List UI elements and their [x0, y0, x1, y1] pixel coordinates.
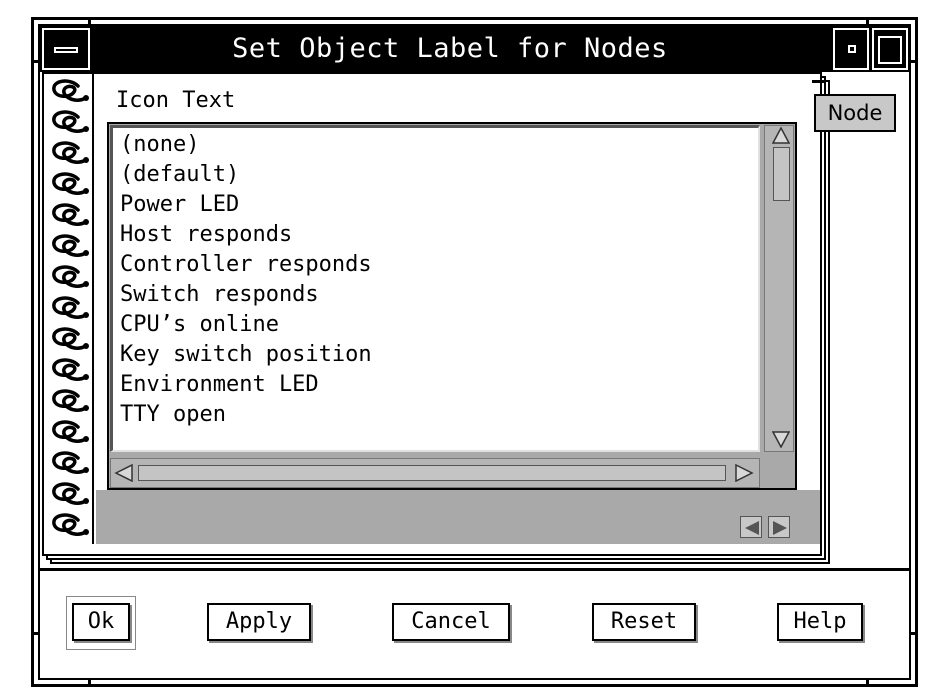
maximize-icon: [878, 36, 902, 64]
frame-corner-tick: [31, 632, 40, 635]
help-button[interactable]: Help: [777, 603, 863, 641]
frame-corner-tick: [866, 678, 869, 687]
list-item[interactable]: (default): [120, 160, 239, 190]
list-item[interactable]: Key switch position: [120, 340, 372, 370]
frame-corner-tick: [88, 678, 91, 687]
page-footer: [96, 490, 820, 544]
horizontal-scroll-thumb[interactable]: [138, 465, 726, 481]
spiral-binding-icon: [52, 327, 89, 350]
page-forward-button[interactable]: [768, 516, 790, 538]
list-item[interactable]: CPU’s online: [120, 310, 279, 340]
list-item[interactable]: (none): [120, 130, 199, 160]
spiral-binding-icon: [52, 234, 89, 257]
list-item[interactable]: TTY open: [120, 400, 226, 430]
window-menu-button[interactable]: [42, 28, 90, 70]
list-item[interactable]: Controller responds: [120, 250, 372, 280]
button-area-separator: [40, 568, 909, 571]
window-menu-icon: [54, 47, 78, 53]
page-back-button[interactable]: [740, 516, 762, 538]
frame-corner-tick: [866, 17, 869, 26]
tab-connector: [812, 80, 826, 83]
spiral-binding-icon: [52, 203, 89, 226]
maximize-button[interactable]: [872, 28, 908, 70]
notebook-spine: [44, 74, 94, 544]
reset-button[interactable]: Reset: [592, 603, 696, 641]
page-back-icon: [745, 521, 759, 535]
list-item[interactable]: Environment LED: [120, 370, 319, 400]
vertical-scroll-thumb[interactable]: [773, 147, 790, 201]
page-forward-icon: [773, 521, 787, 535]
ok-button[interactable]: Ok: [72, 603, 130, 641]
list-item[interactable]: Host responds: [120, 220, 292, 250]
minimize-icon: [848, 45, 856, 53]
spiral-binding-icon: [52, 513, 89, 536]
window-title: Set Object Label for Nodes: [232, 33, 668, 64]
frame-corner-tick: [909, 632, 918, 635]
spiral-binding-icon: [52, 172, 89, 195]
triangle-up-icon[interactable]: [772, 127, 790, 145]
spiral-binding-icon: [52, 389, 89, 412]
spiral-binding-icon: [52, 358, 89, 381]
spiral-binding-icon: [52, 110, 89, 133]
triangle-right-icon[interactable]: [734, 464, 754, 482]
list-item[interactable]: Switch responds: [120, 280, 319, 310]
apply-button[interactable]: Apply: [207, 603, 311, 641]
triangle-left-icon[interactable]: [114, 464, 134, 482]
spiral-binding-icon: [52, 482, 89, 505]
triangle-down-icon[interactable]: [772, 430, 790, 448]
frame-corner-tick: [88, 17, 91, 26]
frame-corner-tick: [31, 60, 40, 63]
spiral-binding-icon: [52, 296, 89, 319]
frame-corner-tick: [909, 60, 918, 63]
page-label: Icon Text: [116, 88, 236, 113]
spiral-binding-icon: [52, 451, 89, 474]
spiral-binding-icon: [52, 265, 89, 288]
tab-node[interactable]: Node: [814, 94, 896, 132]
spiral-binding-icon: [52, 420, 89, 443]
list-item[interactable]: Power LED: [120, 190, 239, 220]
spiral-binding-icon: [52, 79, 89, 102]
minimize-button[interactable]: [833, 28, 869, 70]
spiral-binding-icon: [52, 141, 89, 164]
cancel-button[interactable]: Cancel: [392, 603, 510, 641]
